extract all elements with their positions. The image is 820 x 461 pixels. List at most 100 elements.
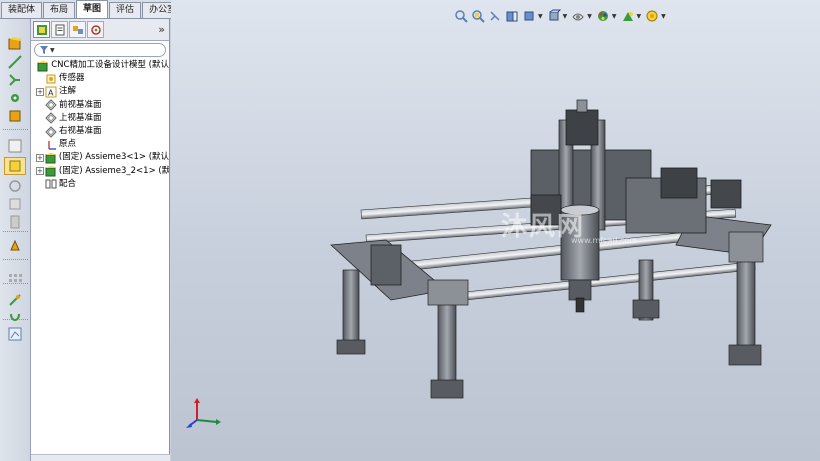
edit-appearance-icon	[597, 11, 608, 21]
zoom-to-fit-icon	[455, 10, 468, 23]
tree-item-label: 配合	[59, 178, 77, 189]
tree-item[interactable]: 上视基准面	[31, 112, 169, 125]
insert-component-button[interactable]	[4, 35, 26, 53]
reference-triad-icon	[186, 398, 221, 428]
cnc-assembly-model	[330, 99, 772, 399]
feature-tree: CNC精加工设备设计模型 (默认传感器 + A 注解前视基准面上视基准面右视基准面原点…	[31, 59, 169, 191]
tree-item[interactable]: 右视基准面	[31, 125, 169, 138]
tree-item[interactable]: 原点	[31, 138, 169, 151]
smart-mates-button[interactable]	[4, 291, 26, 309]
zoom-to-fit-button[interactable]	[453, 8, 469, 24]
reference-geometry-icon	[8, 139, 22, 153]
tree-item-label: 原点	[59, 139, 77, 150]
plane-icon	[45, 99, 57, 111]
tree-item[interactable]: 前视基准面	[31, 99, 169, 112]
interference-icon	[10, 215, 20, 229]
expand-toggle-icon[interactable]: +	[36, 153, 44, 162]
view-settings-icon	[646, 10, 658, 22]
feature-manager-tree-tab[interactable]	[33, 21, 50, 38]
edit-appearance-button[interactable]	[595, 8, 611, 24]
dimxpert-icon	[90, 24, 101, 35]
tab-3[interactable]: 评估	[109, 2, 142, 18]
exploded-view-button[interactable]	[4, 237, 26, 255]
tree-item-label: 前视基准面	[59, 99, 102, 110]
smart-mates-icon	[9, 294, 21, 306]
tab-1[interactable]: 布局	[43, 2, 76, 18]
sensor-icon	[45, 73, 57, 85]
assembly-features-button[interactable]	[4, 107, 26, 125]
previous-view-button[interactable]	[487, 8, 503, 24]
plane-icon	[45, 125, 57, 138]
tree-item[interactable]: CNC精加工设备设计模型 (默认	[31, 59, 169, 72]
property-manager-tab[interactable]	[51, 21, 68, 38]
tree-item[interactable]: + A 注解	[31, 85, 169, 98]
linear-pattern-icon	[9, 274, 22, 282]
tab-2[interactable]: 草图	[76, 0, 109, 18]
section-view-button[interactable]	[504, 8, 520, 24]
subassembly-icon	[45, 165, 57, 177]
smart-fastener-button[interactable]	[4, 89, 26, 107]
cable-button[interactable]	[4, 325, 26, 343]
show-hidden-button[interactable]	[4, 195, 26, 213]
cable-icon	[8, 327, 22, 341]
mates-icon	[45, 178, 57, 190]
tree-horizontal-scrollbar[interactable]	[31, 454, 170, 461]
tree-item-label: 传感器	[59, 73, 85, 84]
dropdown-arrow-icon[interactable]: ▼	[661, 13, 666, 20]
feature-tree-icon	[36, 24, 47, 35]
hide-show-icon	[572, 13, 584, 21]
svg-text:A: A	[48, 88, 54, 97]
subassembly-icon	[45, 152, 57, 164]
tree-item-label: 右视基准面	[59, 126, 102, 137]
line-button[interactable]	[4, 53, 26, 71]
dropdown-arrow-icon[interactable]: ▼	[637, 13, 642, 20]
tree-item-label: 上视基准面	[59, 112, 102, 123]
line-icon	[8, 55, 22, 69]
apply-scene-button[interactable]	[620, 8, 636, 24]
expand-toggle-icon[interactable]: +	[36, 167, 44, 176]
display-style-button[interactable]	[546, 8, 562, 24]
dropdown-arrow-icon[interactable]: ▼	[587, 13, 592, 20]
reference-geometry-button[interactable]	[4, 137, 26, 155]
interference-button[interactable]	[4, 213, 26, 231]
dropdown-arrow-icon[interactable]: ▼	[612, 13, 617, 20]
expand-toggle-icon[interactable]: +	[36, 87, 44, 96]
previous-view-icon	[490, 11, 500, 21]
tree-item[interactable]: 传感器	[31, 72, 169, 85]
tree-filter-input[interactable]: ▼	[34, 43, 166, 57]
toolbar-separator	[3, 129, 28, 130]
feature-manager-tabs: »	[31, 19, 169, 41]
linear-pattern-button[interactable]	[4, 269, 26, 287]
hide-show-button[interactable]	[570, 8, 586, 24]
tree-item-label: CNC精加工设备设计模型 (默认	[51, 60, 169, 71]
tree-item-label: (固定) Assieme3<1> (默认<<	[58, 152, 169, 163]
show-hidden-icon	[9, 198, 21, 210]
tree-item[interactable]: 配合	[31, 178, 169, 191]
dimxpert-manager-tab[interactable]	[87, 21, 104, 38]
mate-reference-icon	[10, 313, 20, 321]
feature-manager-panel: » ▼ CNC精加工设备设计模型 (默认传感器 + A 注解前视基准面上视基准面右视基…	[31, 19, 170, 461]
watermark-url: www.mfcad.com	[571, 236, 638, 245]
section-view-icon	[506, 11, 518, 22]
dropdown-arrow-icon[interactable]: ▼	[563, 13, 568, 20]
panel-expand-button[interactable]: »	[158, 23, 165, 36]
graphics-viewport[interactable]: 沐风网 www.mfcad.com ▼ ▼ ▼ ▼ ▼ ▼	[171, 0, 820, 461]
configuration-manager-tab[interactable]	[69, 21, 86, 38]
move-component-button[interactable]	[4, 157, 26, 175]
zoom-area-button[interactable]	[470, 8, 486, 24]
command-toolbar	[0, 19, 31, 461]
rotate-component-icon	[9, 180, 21, 192]
tree-item[interactable]: + (固定) Assieme3<1> (默认<<	[31, 151, 169, 164]
view-orientation-button[interactable]	[521, 8, 537, 24]
mate-button[interactable]	[4, 71, 26, 89]
toolbar-separator	[3, 231, 28, 232]
tree-item-label: 注解	[59, 86, 77, 97]
view-settings-button[interactable]	[644, 8, 660, 24]
exploded-view-icon	[10, 239, 20, 251]
rotate-component-button[interactable]	[4, 177, 26, 195]
toolbar-separator	[3, 259, 28, 260]
tab-0[interactable]: 装配体	[1, 2, 43, 18]
tree-item[interactable]: + (固定) Assieme3_2<1> (默认	[31, 165, 169, 178]
dropdown-arrow-icon[interactable]: ▼	[538, 13, 543, 20]
assembly-icon	[37, 60, 49, 72]
